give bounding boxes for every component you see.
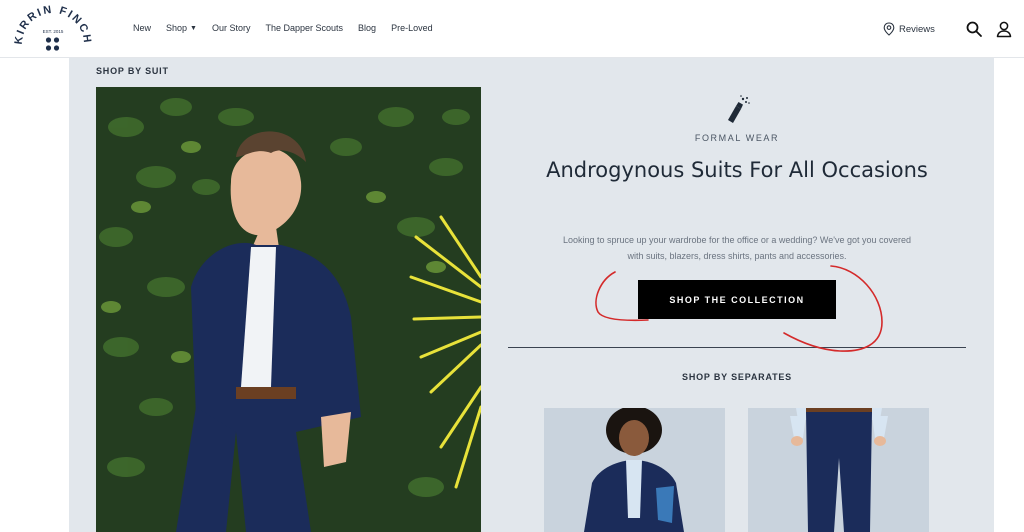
nav-item-label: Pre-Loved [391,23,433,33]
section-description: Looking to spruce up your wardrobe for t… [562,235,912,261]
site-header: KIRRIN FINCH EST. 2015 New Shop ▼ Our Sto… [0,0,1024,58]
logo-est: EST. 2015 [43,29,64,34]
location-pin-icon [883,22,895,36]
account-icon[interactable] [995,20,1013,38]
nav-item-new[interactable]: New [133,23,151,33]
main-nav: New Shop ▼ Our Story The Dapper Scouts Bl… [133,23,448,33]
shop-collection-button[interactable]: SHOP THE COLLECTION [638,280,836,319]
champagne-icon [728,95,750,123]
svg-text:KIRRIN FINCH: KIRRIN FINCH [14,4,92,45]
logo-wordmark: KIRRIN FINCH [14,4,91,45]
nav-item-blog[interactable]: Blog [358,23,376,33]
nav-item-pre-loved[interactable]: Pre-Loved [391,23,433,33]
separates-blazer-image[interactable] [544,408,725,532]
nav-item-our-story[interactable]: Our Story [212,23,251,33]
reviews-label: Reviews [899,23,935,35]
nav-item-dapper-scouts[interactable]: The Dapper Scouts [266,23,344,33]
separates-pants-image[interactable] [748,408,929,532]
nav-item-label: Blog [358,23,377,33]
nav-item-shop[interactable]: Shop ▼ [166,23,197,33]
suit-hero-image[interactable] [96,87,481,532]
section-eyebrow: FORMAL WEAR [694,133,780,143]
section-headline: Androgynous Suits For All Occasions [546,158,928,182]
nav-item-label: The Dapper Scouts [265,23,344,33]
shop-by-separates-label: SHOP BY SEPARATES [682,372,792,382]
nav-item-label: Shop [166,23,188,33]
shop-by-suit-label: SHOP BY SUIT [96,66,169,76]
nav-item-label: Our Story [211,23,251,33]
caret-down-icon: ▼ [190,24,197,32]
reviews-link[interactable]: Reviews [883,22,935,36]
search-icon[interactable] [965,20,983,38]
section-divider [508,347,966,348]
kirrin-finch-logo[interactable]: KIRRIN FINCH EST. 2015 [14,4,92,56]
nav-item-label: New [133,23,152,33]
